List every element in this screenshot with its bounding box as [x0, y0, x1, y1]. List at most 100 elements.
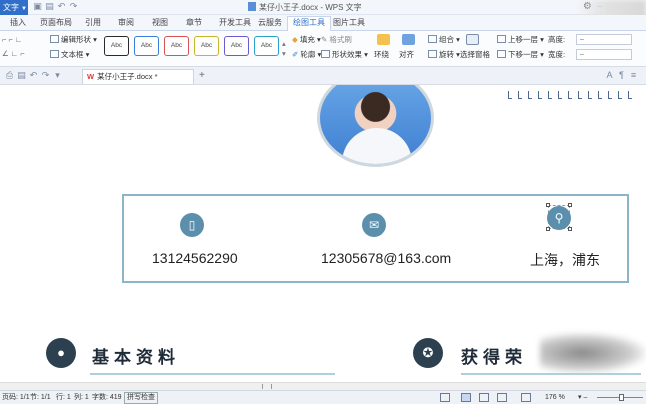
status-bar: 页码: 1/1 节: 1/1 行: 1 列: 1 字数: 419 拼写检查 17… — [0, 390, 646, 404]
rotate-button[interactable]: 旋转 ▾ — [428, 50, 460, 60]
selection-pane-button[interactable]: 选择窗格 — [460, 50, 490, 60]
tab-drawing-tools[interactable]: 绘图工具 — [287, 16, 331, 31]
reading-view-icon[interactable] — [521, 393, 531, 402]
rotate-icon — [428, 50, 437, 58]
section-indicator: 节: 1/1 — [30, 394, 51, 401]
tab-developer[interactable]: 开发工具 — [219, 17, 251, 29]
shape-style-4[interactable]: Abc — [194, 36, 219, 56]
email-icon: ✉ — [362, 213, 386, 237]
more-icon[interactable]: ▾ — [52, 70, 63, 81]
shape-style-2[interactable]: Abc — [134, 36, 159, 56]
person-icon: ● — [46, 338, 76, 368]
tab-view[interactable]: 视图 — [152, 17, 168, 29]
shape-style-1[interactable]: Abc — [104, 36, 129, 56]
spell-check-toggle[interactable]: 拼写检查 — [124, 392, 158, 404]
tab-picture-tools[interactable]: 图片工具 — [333, 17, 365, 29]
group-button[interactable]: 组合 ▾ — [428, 35, 460, 45]
document-canvas[interactable]: ▯ 13124562290 ✉ 12305678@163.com ⚲ 上海，浦东… — [0, 85, 646, 382]
outline-button[interactable]: ✐ 轮廓 ▾ — [292, 50, 321, 60]
tab-stop-mark — [608, 91, 612, 99]
tab-stop-mark — [598, 91, 602, 99]
edit-shape-button[interactable]: 编辑形状 ▾ — [50, 35, 97, 45]
tab-stop-mark — [568, 91, 572, 99]
styles-scroll-icon[interactable]: ▴ ▾ — [282, 39, 286, 59]
height-input[interactable]: – — [576, 34, 632, 45]
location-text: 上海，浦东 — [530, 252, 600, 268]
column-indicator: 列: 1 — [74, 394, 89, 401]
basic-info-title: 基本资料 — [92, 348, 180, 367]
profile-photo[interactable] — [317, 85, 434, 167]
tab-review[interactable]: 审阅 — [118, 17, 134, 29]
zoom-slider-knob[interactable] — [619, 394, 624, 401]
document-tab-strip: ⎙ ▤ ↶ ↷ ▾ W 某仔小王子.docx * + A ¶ ≡ — [0, 67, 646, 85]
ribbon: ⌐ ⌐ ∟ ∠ ∟ ⌐ 编辑形状 ▾ 文本框 ▾ Abc Abc Abc Abc… — [0, 31, 646, 67]
scroll-thumb[interactable] — [262, 384, 272, 389]
outline-view-icon[interactable] — [479, 393, 489, 402]
width-input[interactable]: – — [576, 49, 632, 60]
photo-shirt — [342, 128, 412, 164]
zoom-level[interactable]: 176 % — [545, 391, 565, 404]
shape-style-5[interactable]: Abc — [224, 36, 249, 56]
redo-small-icon[interactable]: ↷ — [40, 70, 51, 81]
tab-cloud[interactable]: 云服务 — [258, 17, 282, 29]
print-icon[interactable]: ⎙ — [4, 70, 15, 81]
save-icon[interactable]: ▣ — [32, 1, 43, 12]
tab-stop-mark — [558, 91, 562, 99]
menu-icon[interactable]: ≡ — [628, 70, 639, 81]
web-view-icon[interactable] — [497, 393, 507, 402]
tab-chapter[interactable]: 章节 — [186, 17, 202, 29]
page-indicator[interactable]: 页码: 1/1 — [2, 391, 30, 404]
award-medal-icon: ✪ — [413, 338, 443, 368]
selection-pane-icon — [466, 34, 479, 45]
tab-page-layout[interactable]: 页面布局 — [40, 17, 72, 29]
section-underline — [461, 373, 641, 375]
tab-stop-mark — [508, 91, 512, 99]
font-icon[interactable]: A — [604, 70, 615, 81]
send-backward-icon — [497, 50, 506, 58]
tab-stop-mark — [578, 91, 582, 99]
format-brush-button[interactable]: ✎ 格式刷 — [321, 35, 352, 45]
page-view-icon[interactable] — [461, 393, 471, 402]
new-tab-icon[interactable]: + — [199, 70, 205, 82]
send-backward-button[interactable]: 下移一层 ▾ — [497, 50, 544, 60]
redo-icon[interactable]: ↷ — [68, 1, 79, 12]
text-box-button[interactable]: 文本框 ▾ — [50, 50, 89, 60]
title-bar: 文字▼ ▣ ▤ ↶ ↷ 某仔小王子.docx - WPS 文字 ⚙ – — [0, 0, 646, 26]
word-count[interactable]: 字数: 419 — [92, 391, 122, 404]
connector-tools-icon[interactable]: ∠ ∟ ⌐ — [2, 49, 25, 59]
contact-box[interactable]: ▯ 13124562290 ✉ 12305678@163.com ⚲ 上海，浦东 — [122, 194, 629, 283]
document-tab[interactable]: W 某仔小王子.docx * — [82, 69, 194, 84]
tab-stop-mark — [538, 91, 542, 99]
zoom-dropdown-icon[interactable]: ▾ – — [578, 391, 587, 404]
paragraph-icon[interactable]: ¶ — [616, 70, 627, 81]
tab-stop-bar — [508, 91, 638, 100]
wrap-button[interactable]: 环绕 — [374, 50, 389, 60]
undo-icon[interactable]: ↶ — [56, 1, 67, 12]
line-tools-icon[interactable]: ⌐ ⌐ ∟ — [2, 35, 22, 45]
height-label: 高度: — [548, 35, 566, 44]
preview-icon[interactable]: ▤ — [16, 70, 27, 81]
horizontal-scrollbar[interactable] — [0, 382, 646, 390]
resize-handle[interactable] — [546, 203, 550, 207]
shape-effect-button[interactable]: 形状效果 ▾ — [321, 50, 368, 60]
bring-forward-button[interactable]: 上移一层 ▾ — [497, 35, 544, 45]
resize-handle[interactable] — [568, 203, 572, 207]
blurred-area — [540, 333, 646, 373]
tab-stop-mark — [528, 91, 532, 99]
location-pin-icon: ⚲ — [547, 206, 571, 230]
app-menu-button[interactable]: 文字 ▼ — [0, 0, 28, 15]
resize-handle[interactable] — [568, 227, 572, 231]
tab-stop-mark — [548, 91, 552, 99]
full-screen-icon[interactable] — [440, 393, 450, 402]
folder-icon[interactable]: ▤ — [44, 1, 55, 12]
undo-small-icon[interactable]: ↶ — [28, 70, 39, 81]
shape-style-3[interactable]: Abc — [164, 36, 189, 56]
tab-insert[interactable]: 插入 — [10, 17, 26, 29]
fill-button[interactable]: ◆ 填充 ▾ — [292, 35, 321, 45]
email-address: 12305678@163.com — [321, 250, 452, 266]
tab-stop-mark — [628, 91, 632, 99]
tab-references[interactable]: 引用 — [85, 17, 101, 29]
shape-style-6[interactable]: Abc — [254, 36, 279, 56]
align-button[interactable]: 对齐 — [399, 50, 414, 60]
resize-handle[interactable] — [546, 227, 550, 231]
